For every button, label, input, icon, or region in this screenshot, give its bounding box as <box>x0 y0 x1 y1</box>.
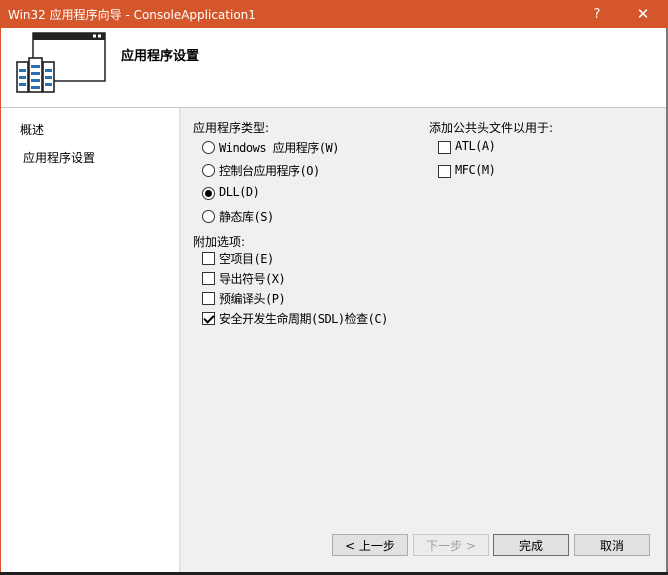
checkbox-atl-label[interactable]: ATL(A) <box>455 139 496 153</box>
page-title: 应用程序设置 <box>121 49 200 64</box>
checkbox-atl[interactable] <box>438 141 451 154</box>
sidebar-item-app-settings[interactable]: 应用程序设置 <box>23 149 95 166</box>
app-type-heading: 应用程序类型: <box>193 121 270 135</box>
extra-options-heading: 附加选项: <box>193 235 246 249</box>
radio-console-app[interactable] <box>202 164 215 177</box>
checkbox-empty-project-label[interactable]: 空项目(E) <box>219 250 274 267</box>
radio-windows-app-label[interactable]: Windows 应用程序(W) <box>219 139 339 156</box>
wizard-header: 应用程序设置 <box>1 28 666 108</box>
settings-panel: 应用程序类型: Windows 应用程序(W) 控制台应用程序(O) DLL(D… <box>181 108 666 572</box>
close-button[interactable]: ✕ <box>626 0 660 28</box>
checkbox-export-symbols[interactable] <box>202 272 215 285</box>
checkbox-mfc-label[interactable]: MFC(M) <box>455 163 496 177</box>
title-bar: Win32 应用程序向导 - ConsoleApplication1 ? ✕ <box>0 0 668 28</box>
radio-windows-app[interactable] <box>202 141 215 154</box>
radio-dll[interactable] <box>202 187 215 200</box>
checkbox-precompiled-header-label[interactable]: 预编译头(P) <box>219 290 286 307</box>
radio-static-lib-label[interactable]: 静态库(S) <box>219 208 274 225</box>
checkbox-export-symbols-label[interactable]: 导出符号(X) <box>219 270 286 287</box>
wizard-icon <box>16 32 106 93</box>
help-button[interactable]: ? <box>580 0 614 28</box>
wizard-sidebar: 概述 应用程序设置 <box>1 108 179 572</box>
finish-button[interactable]: 完成 <box>493 534 569 556</box>
checkbox-precompiled-header[interactable] <box>202 292 215 305</box>
sidebar-item-overview[interactable]: 概述 <box>20 121 44 138</box>
radio-console-app-label[interactable]: 控制台应用程序(O) <box>219 162 320 179</box>
radio-dll-label[interactable]: DLL(D) <box>219 185 260 199</box>
previous-button[interactable]: < 上一步 <box>332 534 408 556</box>
cancel-button[interactable]: 取消 <box>574 534 650 556</box>
radio-static-lib[interactable] <box>202 210 215 223</box>
common-headers-heading: 添加公共头文件以用于: <box>429 121 554 135</box>
window-title: Win32 应用程序向导 - ConsoleApplication1 <box>8 8 256 22</box>
checkbox-mfc[interactable] <box>438 165 451 178</box>
next-button[interactable]: 下一步 > <box>413 534 489 556</box>
checkbox-empty-project[interactable] <box>202 252 215 265</box>
checkbox-sdl-checks[interactable] <box>202 312 215 325</box>
checkbox-sdl-checks-label[interactable]: 安全开发生命周期(SDL)检查(C) <box>219 310 388 327</box>
